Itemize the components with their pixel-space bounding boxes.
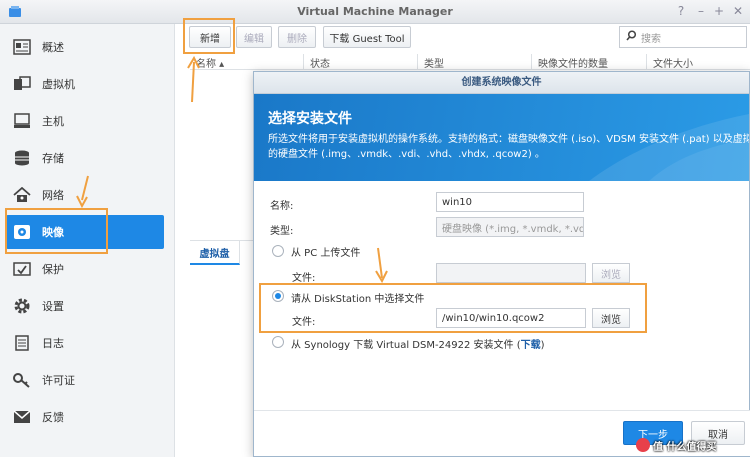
feedback-icon: [12, 407, 32, 427]
sidebar-item-settings[interactable]: 设置: [6, 289, 164, 323]
column-header-file-size[interactable]: 文件大小: [653, 55, 693, 70]
option-upload-from-pc-label: 从 PC 上传文件: [291, 248, 361, 259]
sidebar-item-label: 概述: [42, 41, 64, 54]
sidebar-item-overview[interactable]: 概述: [6, 30, 164, 64]
license-icon: [12, 370, 32, 390]
sidebar-item-license[interactable]: 许可证: [6, 363, 164, 397]
edit-button[interactable]: 编辑: [236, 26, 272, 48]
sidebar-item-label: 主机: [42, 115, 64, 128]
column-header-status[interactable]: 状态: [310, 55, 330, 70]
download-link[interactable]: 下载: [521, 340, 541, 351]
sidebar-item-vm[interactable]: 虚拟机: [6, 67, 164, 101]
sidebar-item-label: 设置: [42, 300, 64, 313]
host-icon: [12, 111, 32, 131]
pc-browse-button[interactable]: 浏览: [592, 263, 630, 283]
sidebar-item-protection[interactable]: 保护: [6, 252, 164, 286]
network-icon: [12, 185, 32, 205]
maximize-icon[interactable]: +: [712, 4, 726, 18]
sidebar-item-label: 网络: [42, 189, 64, 202]
download-guest-tool-button[interactable]: 下载 Guest Tool: [323, 26, 411, 48]
annotation-arrow-icon: [375, 247, 388, 284]
table-header: 名称 ▴ 状态 类型 映像文件的数量 文件大小: [190, 54, 750, 70]
sidebar-item-label: 反馈: [42, 411, 64, 424]
tab-virtual-disk[interactable]: 虚拟盘: [190, 241, 240, 265]
log-icon: [12, 333, 32, 353]
sidebar-item-label: 许可证: [42, 374, 75, 387]
watermark-logo-icon: [636, 438, 650, 452]
sidebar-item-label: 保护: [42, 263, 64, 276]
pc-file-label: 文件:: [292, 273, 316, 284]
name-field[interactable]: win10: [436, 192, 584, 212]
app-window: Virtual Machine Manager ? – + ✕ 概述 虚拟机 主…: [0, 0, 750, 457]
search-placeholder: 搜索: [641, 33, 661, 45]
watermark: 值 什么值得买: [636, 436, 716, 454]
minimize-icon[interactable]: –: [694, 4, 708, 18]
column-header-image-count[interactable]: 映像文件的数量: [538, 55, 608, 70]
highlight-box-diskstation-option: [259, 283, 647, 333]
column-header-type[interactable]: 类型: [424, 55, 444, 70]
dialog-title: 创建系统映像文件: [254, 72, 749, 94]
search-icon: [626, 30, 637, 44]
annotation-arrow-icon: [187, 56, 200, 103]
annotation-arrow-icon: [76, 175, 89, 208]
create-image-dialog: 创建系统映像文件 选择安装文件 所选文件将用于安装虚拟机的操作系统。支持的格式：…: [253, 71, 750, 457]
radio-download-from-synology[interactable]: [272, 336, 284, 348]
overview-icon: [12, 37, 32, 57]
vm-icon: [12, 74, 32, 94]
pc-file-field[interactable]: [436, 263, 586, 283]
name-label: 名称:: [270, 201, 294, 212]
highlight-box-image-nav: [5, 208, 108, 254]
sidebar-item-label: 存储: [42, 152, 64, 165]
sidebar-item-label: 日志: [42, 337, 64, 350]
help-icon[interactable]: ?: [674, 4, 688, 18]
settings-icon: [12, 296, 32, 316]
sidebar-item-host[interactable]: 主机: [6, 104, 164, 138]
banner-decoration-icon: [589, 114, 749, 181]
option-synology-label: 从 Synology 下载 Virtual DSM-24922 安装文件 (下载…: [291, 340, 545, 351]
type-label: 类型:: [270, 226, 294, 237]
search-input[interactable]: 搜索: [619, 26, 747, 48]
storage-icon: [12, 148, 32, 168]
title-bar: Virtual Machine Manager ? – + ✕: [0, 0, 750, 24]
sidebar-item-feedback[interactable]: 反馈: [6, 400, 164, 434]
highlight-box-new-button: [183, 18, 235, 54]
radio-upload-from-pc[interactable]: [272, 245, 284, 257]
sidebar-item-storage[interactable]: 存储: [6, 141, 164, 175]
protection-icon: [12, 259, 32, 279]
dialog-banner: 选择安装文件 所选文件将用于安装虚拟机的操作系统。支持的格式：磁盘映像文件 (.…: [254, 94, 749, 181]
close-icon[interactable]: ✕: [731, 4, 745, 18]
delete-button[interactable]: 删除: [278, 26, 316, 48]
window-title: Virtual Machine Manager: [297, 5, 453, 18]
sidebar-item-log[interactable]: 日志: [6, 326, 164, 360]
sidebar-item-label: 虚拟机: [42, 78, 75, 91]
type-select[interactable]: 硬盘映像 (*.img, *.vmdk, *.vdi, *.vhd): [436, 217, 584, 237]
